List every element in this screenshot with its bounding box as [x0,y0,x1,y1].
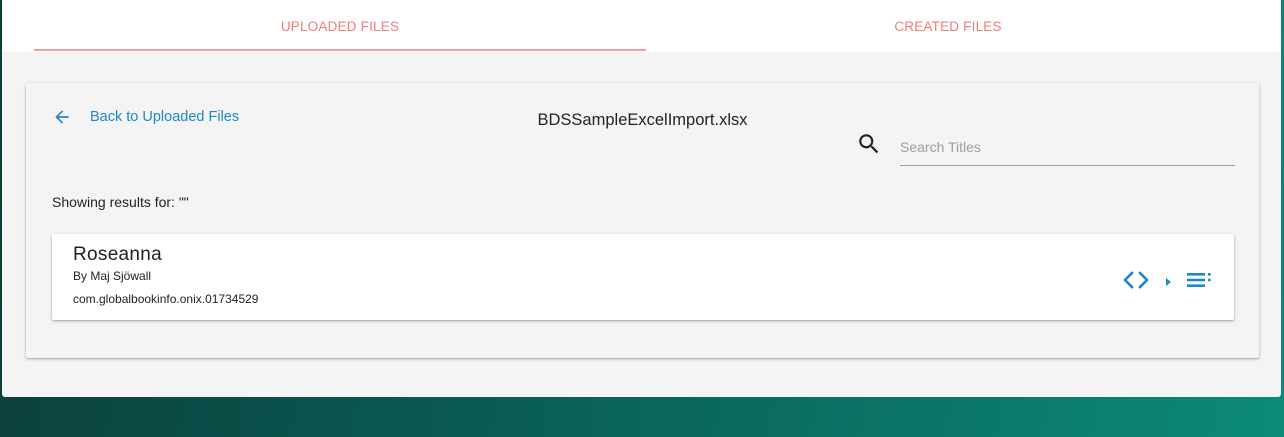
expand-arrow-icon[interactable] [1162,275,1174,289]
back-to-uploaded-files-link[interactable]: Back to Uploaded Files [52,107,239,127]
result-title: Roseanna [73,244,163,265]
file-detail-panel: Back to Uploaded Files BDSSampleExcelImp… [26,83,1259,358]
tab-bar: Uploaded Files Created Files [2,0,1281,52]
results-label: Showing results for: "" [52,194,189,210]
back-link-label: Back to Uploaded Files [90,109,240,125]
result-card: Roseanna By Maj Sjöwall com.globalbookin… [52,234,1234,320]
tab-created-files[interactable]: Created Files [646,0,1250,52]
result-author: By Maj Sjöwall [73,269,152,283]
file-name-title: BDSSampleExcelImport.xlsx [537,111,748,129]
result-record-id: com.globalbookinfo.onix.01734529 [73,292,259,306]
active-tab-indicator [34,49,646,51]
arrow-back-icon [52,107,72,127]
search-icon[interactable] [856,131,882,157]
code-icon[interactable] [1122,269,1150,291]
search-titles-input[interactable] [900,129,1235,166]
app-window: Uploaded Files Created Files Back to Upl… [2,0,1281,397]
list-icon[interactable] [1185,270,1213,290]
tab-uploaded-files[interactable]: Uploaded Files [34,0,646,52]
